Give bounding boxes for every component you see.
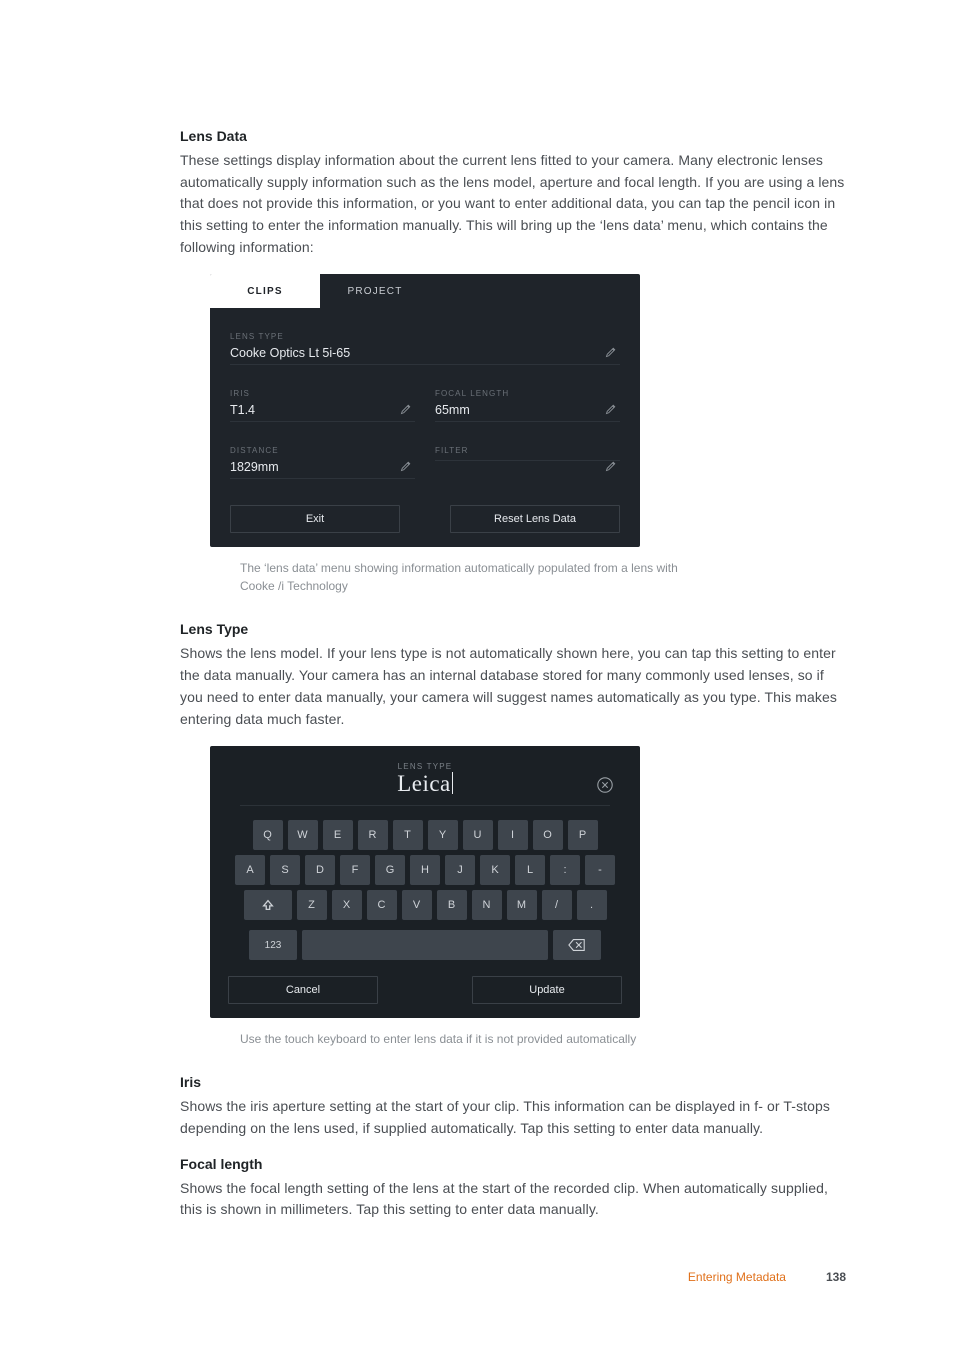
key-i[interactable]: I <box>498 820 528 850</box>
reset-lens-data-button[interactable]: Reset Lens Data <box>450 505 620 533</box>
key-m[interactable]: M <box>507 890 537 920</box>
tab-clips[interactable]: CLIPS <box>210 274 320 308</box>
key-p[interactable]: P <box>568 820 598 850</box>
pencil-icon[interactable] <box>397 400 415 418</box>
key-q[interactable]: Q <box>253 820 283 850</box>
key-a[interactable]: A <box>235 855 265 885</box>
exit-button[interactable]: Exit <box>230 505 400 533</box>
footer-section: Entering Metadata <box>688 1270 786 1284</box>
cancel-button[interactable]: Cancel <box>228 976 378 1004</box>
keyboard-row: ZXCVBNM/. <box>244 890 607 920</box>
field-focal-length[interactable]: FOCAL LENGTH 65mm <box>435 389 620 422</box>
tab-project[interactable]: PROJECT <box>320 274 430 308</box>
key-/[interactable]: / <box>542 890 572 920</box>
field-filter[interactable]: FILTER <box>435 446 620 479</box>
numeric-toggle-key[interactable]: 123 <box>249 930 297 960</box>
footer-page-number: 138 <box>826 1270 846 1284</box>
label-filter: FILTER <box>435 446 620 455</box>
backspace-key[interactable] <box>553 930 601 960</box>
paragraph-iris: Shows the iris aperture setting at the s… <box>180 1096 846 1139</box>
key-w[interactable]: W <box>288 820 318 850</box>
field-lens-type[interactable]: LENS TYPE Cooke Optics Lt 5i-65 <box>230 332 620 365</box>
pencil-icon[interactable] <box>602 457 620 475</box>
keyboard-row: QWERTYUIOP <box>253 820 598 850</box>
key-f[interactable]: F <box>340 855 370 885</box>
key-t[interactable]: T <box>393 820 423 850</box>
page-footer: Entering Metadata 138 <box>0 1270 954 1284</box>
value-focal-length: 65mm <box>435 403 620 417</box>
key-z[interactable]: Z <box>297 890 327 920</box>
key-x[interactable]: X <box>332 890 362 920</box>
key-h[interactable]: H <box>410 855 440 885</box>
label-lens-type: LENS TYPE <box>230 332 620 341</box>
caption-lens-data: The ‘lens data’ menu showing information… <box>240 559 680 595</box>
heading-focal-length: Focal length <box>180 1156 846 1172</box>
caption-keyboard: Use the touch keyboard to enter lens dat… <box>240 1030 760 1048</box>
key--[interactable]: - <box>585 855 615 885</box>
update-button[interactable]: Update <box>472 976 622 1004</box>
field-distance[interactable]: DISTANCE 1829mm <box>230 446 415 479</box>
key-u[interactable]: U <box>463 820 493 850</box>
keyboard-panel: LENS TYPE Leica QWERTYUIOP ASDFGHJKL:- Z… <box>210 746 640 1018</box>
paragraph-focal-length: Shows the focal length setting of the le… <box>180 1178 846 1221</box>
key-l[interactable]: L <box>515 855 545 885</box>
key-r[interactable]: R <box>358 820 388 850</box>
key-:[interactable]: : <box>550 855 580 885</box>
keyboard-row: ASDFGHJKL:- <box>235 855 615 885</box>
pencil-icon[interactable] <box>397 457 415 475</box>
key-y[interactable]: Y <box>428 820 458 850</box>
pencil-icon[interactable] <box>602 343 620 361</box>
label-iris: IRIS <box>230 389 415 398</box>
keyboard-field-label: LENS TYPE <box>240 762 610 771</box>
key-b[interactable]: B <box>437 890 467 920</box>
key-k[interactable]: K <box>480 855 510 885</box>
key-s[interactable]: S <box>270 855 300 885</box>
paragraph-lens-data: These settings display information about… <box>180 150 846 258</box>
lens-data-panel: CLIPS PROJECT LENS TYPE Cooke Optics Lt … <box>210 274 640 547</box>
key-o[interactable]: O <box>533 820 563 850</box>
keyboard-rows: QWERTYUIOP ASDFGHJKL:- ZXCVBNM/. 123 <box>228 820 622 960</box>
pencil-icon[interactable] <box>602 400 620 418</box>
heading-lens-type: Lens Type <box>180 621 846 637</box>
field-iris[interactable]: IRIS T1.4 <box>230 389 415 422</box>
key-c[interactable]: C <box>367 890 397 920</box>
shift-key[interactable] <box>244 890 292 920</box>
paragraph-lens-type: Shows the lens model. If your lens type … <box>180 643 846 730</box>
key-d[interactable]: D <box>305 855 335 885</box>
keyboard-input[interactable]: Leica <box>397 771 453 797</box>
key-g[interactable]: G <box>375 855 405 885</box>
key-e[interactable]: E <box>323 820 353 850</box>
value-distance: 1829mm <box>230 460 415 474</box>
clear-icon[interactable] <box>594 774 616 796</box>
label-focal-length: FOCAL LENGTH <box>435 389 620 398</box>
space-key[interactable] <box>302 930 548 960</box>
key-v[interactable]: V <box>402 890 432 920</box>
value-iris: T1.4 <box>230 403 415 417</box>
tabs: CLIPS PROJECT <box>210 274 640 308</box>
label-distance: DISTANCE <box>230 446 415 455</box>
value-lens-type: Cooke Optics Lt 5i-65 <box>230 346 620 360</box>
key-n[interactable]: N <box>472 890 502 920</box>
key-j[interactable]: J <box>445 855 475 885</box>
heading-iris: Iris <box>180 1074 846 1090</box>
key-.[interactable]: . <box>577 890 607 920</box>
heading-lens-data: Lens Data <box>180 128 846 144</box>
